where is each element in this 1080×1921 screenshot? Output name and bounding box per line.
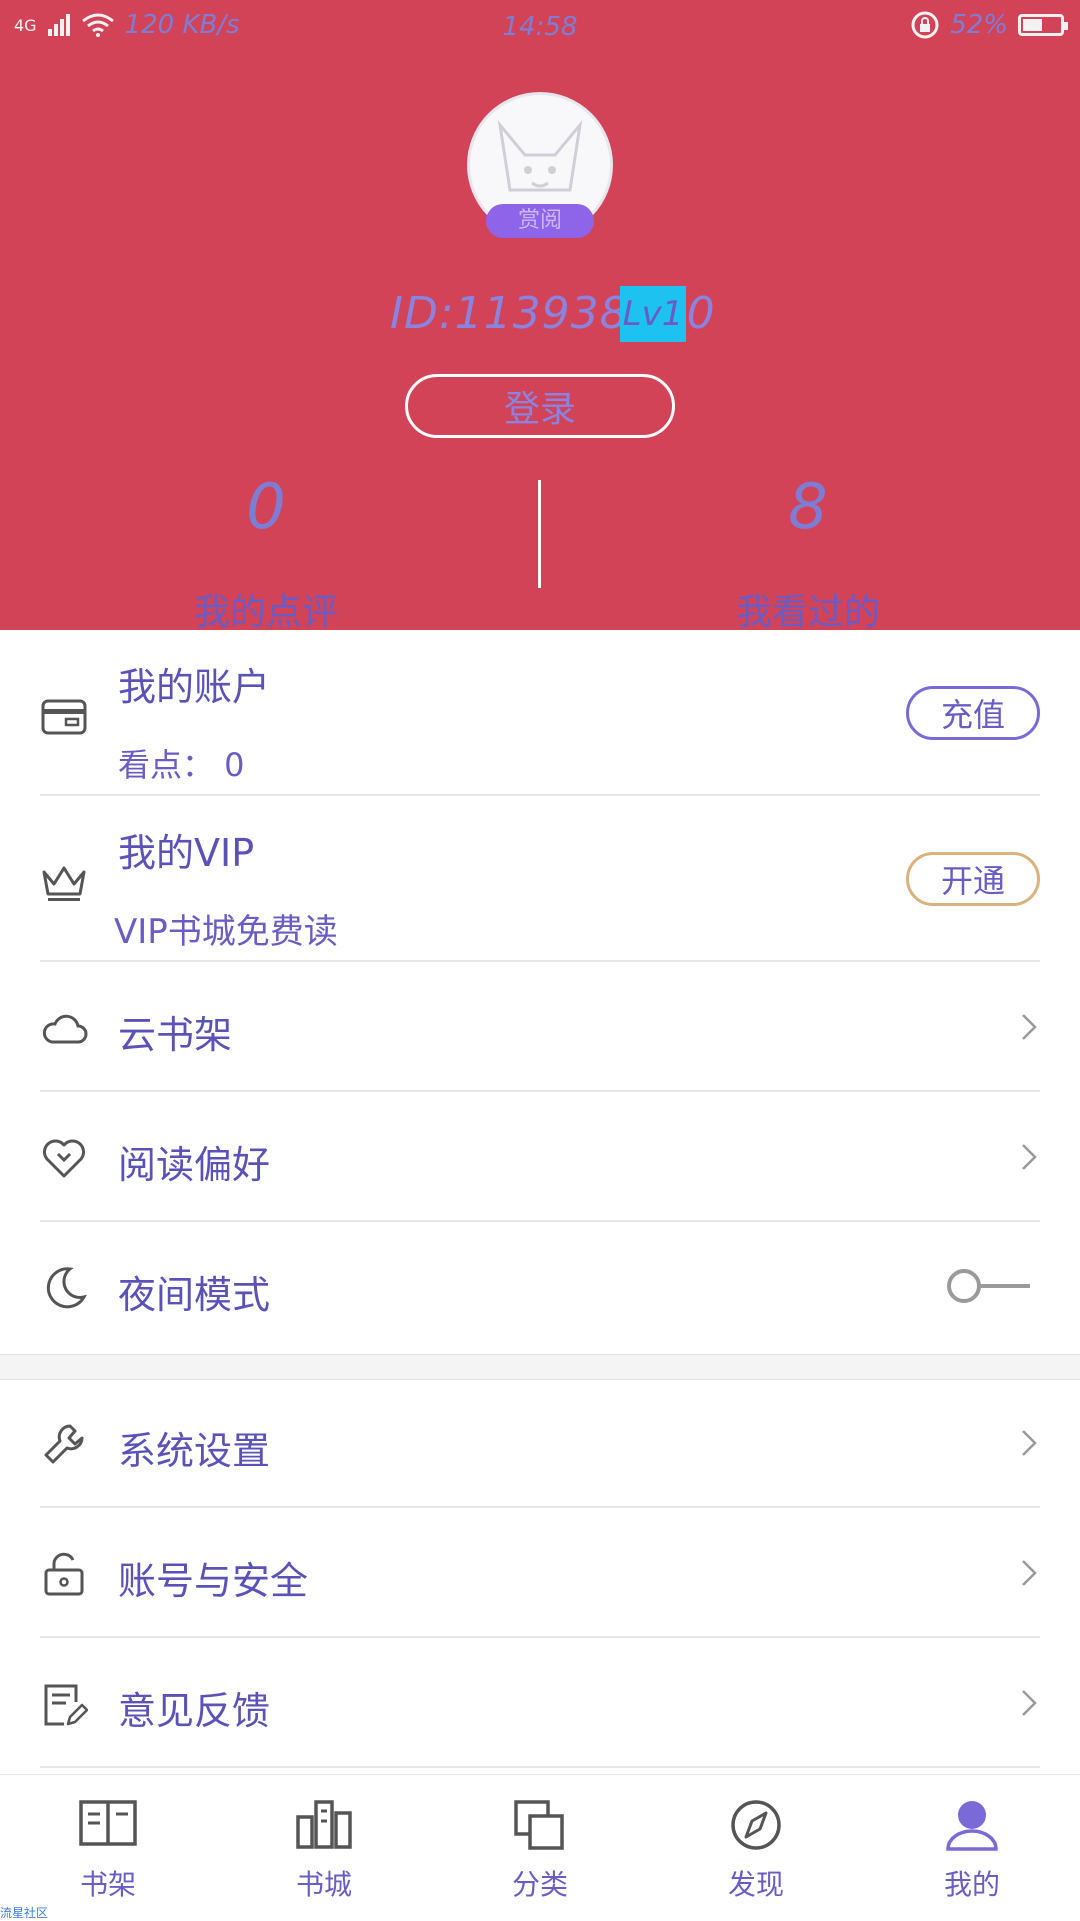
menu-item-label: 系统设置 — [118, 1429, 271, 1473]
nav-bookshelf[interactable]: 书架 — [38, 1799, 178, 1903]
nav-label: 书城 — [295, 1868, 352, 1901]
bookshelf-icon — [79, 1800, 137, 1846]
login-button[interactable]: 登录 — [405, 374, 675, 438]
bottom-nav: 书架 书城 分类 发现 我的 — [0, 1774, 1080, 1921]
night-mode-toggle[interactable] — [944, 1266, 1034, 1306]
level-badge: Lv1 — [620, 286, 686, 342]
bookstore-icon — [296, 1800, 352, 1849]
stat-history[interactable]: 8 我看过的 — [658, 470, 958, 630]
lock-icon — [44, 1552, 84, 1596]
menu-item-system-settings[interactable]: 系统设置 — [40, 1378, 1040, 1508]
watermark: 流星社区 — [0, 1906, 49, 1920]
menu-item-label: 夜间模式 — [118, 1273, 271, 1317]
recharge-button[interactable]: 充值 — [906, 686, 1040, 740]
feedback-icon — [44, 1684, 88, 1726]
nav-category[interactable]: 分类 — [470, 1799, 610, 1903]
menu-item-label: 阅读偏好 — [118, 1143, 271, 1187]
nav-discover[interactable]: 发现 — [686, 1799, 826, 1903]
stat-history-label: 我看过的 — [735, 592, 880, 630]
battery-percent: 52% — [950, 10, 1008, 40]
account-title: 我的账户 — [118, 665, 271, 709]
nav-label: 我的 — [943, 1868, 1000, 1901]
chevron-right-icon — [1022, 1014, 1037, 1040]
menu-item-label: 云书架 — [118, 1013, 233, 1057]
wrench-icon — [44, 1424, 84, 1464]
section-gap — [0, 1354, 1080, 1380]
nav-label: 书架 — [79, 1868, 136, 1901]
user-icon — [946, 1801, 998, 1851]
nav-label: 发现 — [727, 1868, 784, 1901]
stat-reviews-label: 我的点评 — [193, 592, 338, 630]
nav-bookstore[interactable]: 书城 — [254, 1799, 394, 1903]
chevron-right-icon — [1022, 1144, 1037, 1170]
crown-icon — [42, 866, 86, 901]
clock: 14:58 — [502, 12, 578, 42]
menu-item-cloud-shelf[interactable]: 云书架 — [40, 962, 1040, 1092]
battery-icon — [1018, 14, 1068, 36]
stat-reviews-value: 0 — [246, 470, 286, 543]
vip-subtitle: VIP书城免费读 — [114, 912, 338, 952]
chevron-right-icon — [1022, 1560, 1037, 1586]
heart-icon — [43, 1139, 85, 1178]
moon-icon — [46, 1267, 88, 1309]
rotation-lock-icon — [911, 11, 939, 39]
nav-label: 分类 — [511, 1868, 568, 1901]
menu-item-night-mode[interactable]: 夜间模式 — [40, 1222, 1040, 1354]
vip-title: 我的VIP — [118, 831, 255, 875]
chevron-right-icon — [1022, 1690, 1037, 1716]
chevron-right-icon — [1022, 1430, 1037, 1456]
wallet-icon — [41, 699, 87, 735]
account-points: 看点： 0 — [118, 746, 245, 784]
profile-header: 4G 120 KB/s 14:58 52% 赏阅 ID:113938120 Lv… — [0, 0, 1080, 630]
menu-item-label: 意见反馈 — [118, 1689, 271, 1733]
account-row[interactable]: 我的账户 看点： 0 充值 — [40, 630, 1040, 796]
menu-item-feedback[interactable]: 意见反馈 — [40, 1638, 1040, 1768]
cloud-icon — [42, 1014, 88, 1044]
category-icon — [514, 1800, 564, 1850]
status-bar: 4G 120 KB/s 14:58 52% — [0, 0, 1080, 56]
stat-reviews[interactable]: 0 我的点评 — [116, 470, 416, 630]
avatar-badge: 赏阅 — [486, 204, 594, 238]
menu-item-account-security[interactable]: 账号与安全 — [40, 1508, 1040, 1638]
vip-row[interactable]: 我的VIP VIP书城免费读 开通 — [40, 796, 1040, 962]
stat-divider — [538, 480, 541, 588]
compass-icon — [731, 1800, 781, 1850]
stat-history-value: 8 — [788, 470, 828, 543]
menu-item-label: 账号与安全 — [118, 1559, 309, 1603]
nav-mine[interactable]: 我的 — [902, 1799, 1042, 1903]
vip-open-button[interactable]: 开通 — [906, 852, 1040, 906]
divider — [40, 1766, 1040, 1768]
menu-item-reading-preference[interactable]: 阅读偏好 — [40, 1092, 1040, 1222]
